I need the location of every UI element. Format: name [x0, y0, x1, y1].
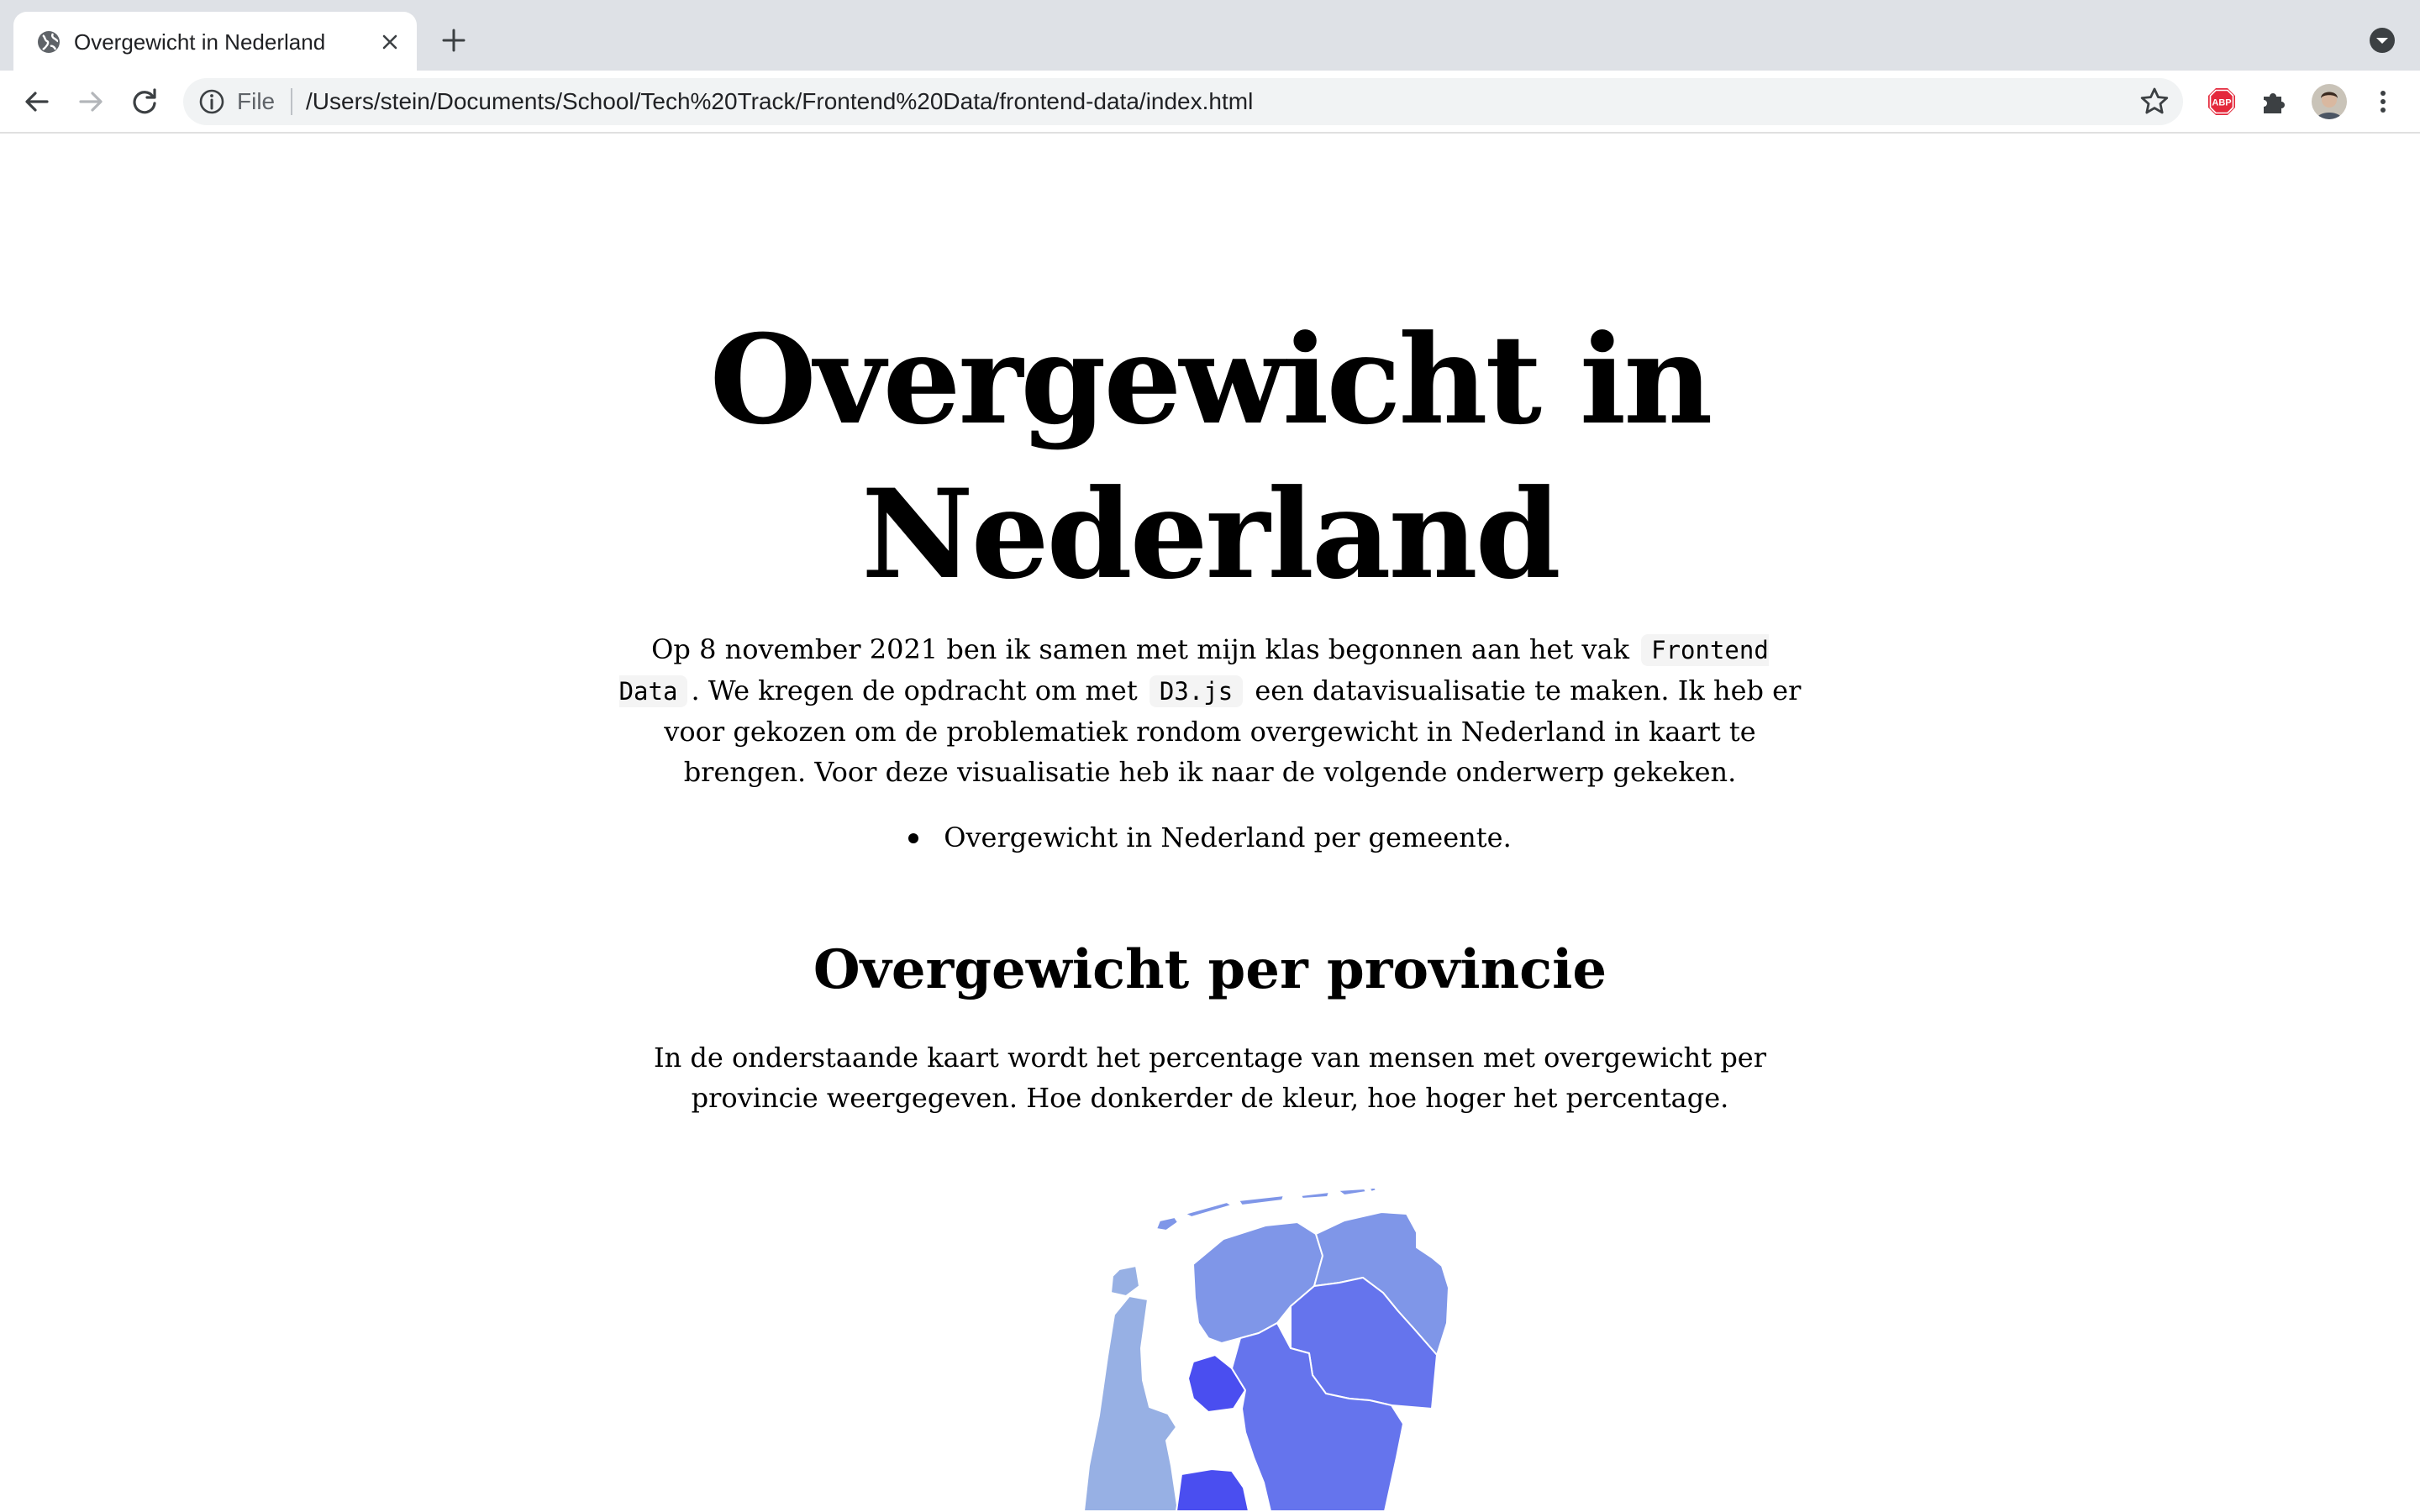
kebab-menu-icon[interactable]: [2371, 85, 2395, 118]
globe-icon: [38, 31, 60, 53]
address-separator: [291, 88, 292, 115]
tab-strip: Overgewicht in Nederland: [0, 0, 2420, 71]
page-title: Overgewicht in Nederland: [709, 308, 1713, 606]
browser-tab[interactable]: Overgewicht in Nederland: [13, 12, 417, 71]
list-item: Overgewicht in Nederland per gemeente.: [908, 817, 1512, 858]
star-icon[interactable]: [2138, 85, 2171, 118]
province-noord-holland-north[interactable]: [1110, 1265, 1140, 1297]
intro-paragraph: Op 8 november 2021 ben ik samen met mijn…: [605, 629, 1815, 792]
avatar[interactable]: [2311, 83, 2348, 120]
arrow-right-icon[interactable]: [74, 85, 108, 118]
section-title: Overgewicht per provincie: [813, 938, 1607, 1001]
reload-icon[interactable]: [128, 85, 161, 118]
chevron-down-icon[interactable]: [2368, 26, 2396, 55]
intro-text-1: Op 8 november 2021 ben ik samen met mijn…: [651, 633, 1629, 665]
wadden-island-vlieland[interactable]: [1184, 1201, 1233, 1218]
url-scheme-label: File: [237, 88, 276, 114]
wadden-island-ameland[interactable]: [1300, 1191, 1330, 1200]
puzzle-icon[interactable]: [2259, 87, 2289, 117]
province-utrecht[interactable]: [1176, 1468, 1249, 1511]
wadden-island-schiermonnikoog[interactable]: [1337, 1189, 1367, 1196]
browser-toolbar: File /Users/stein/Documents/School/Tech%…: [0, 71, 2420, 133]
main-content: Overgewicht in Nederland Op 8 november 2…: [605, 134, 1815, 1118]
info-icon[interactable]: [197, 87, 227, 117]
netherlands-province-map: [1083, 1189, 1449, 1511]
url-text[interactable]: /Users/stein/Documents/School/Tech%20Tra…: [306, 88, 1253, 115]
close-icon[interactable]: [376, 29, 403, 55]
topic-list: Overgewicht in Nederland per gemeente.: [605, 817, 1815, 858]
tab-title: Overgewicht in Nederland: [74, 29, 326, 55]
plus-icon[interactable]: [439, 25, 469, 55]
intro-text-2: . We kregen de opdracht om met: [691, 675, 1138, 706]
arrow-left-icon[interactable]: [20, 85, 54, 118]
code-d3js: D3.js: [1149, 675, 1244, 707]
abp-icon[interactable]: ABP: [2207, 87, 2237, 117]
wadden-island-rottumeroog[interactable]: [1369, 1189, 1377, 1193]
province-noord-holland[interactable]: [1083, 1295, 1179, 1511]
svg-text:ABP: ABP: [2212, 98, 2231, 108]
page-viewport: Overgewicht in Nederland Op 8 november 2…: [0, 134, 2420, 1512]
wadden-island-terschelling[interactable]: [1238, 1194, 1285, 1206]
map-description: In de onderstaande kaart wordt het perce…: [653, 1042, 1767, 1114]
wadden-island-texel[interactable]: [1155, 1216, 1179, 1231]
